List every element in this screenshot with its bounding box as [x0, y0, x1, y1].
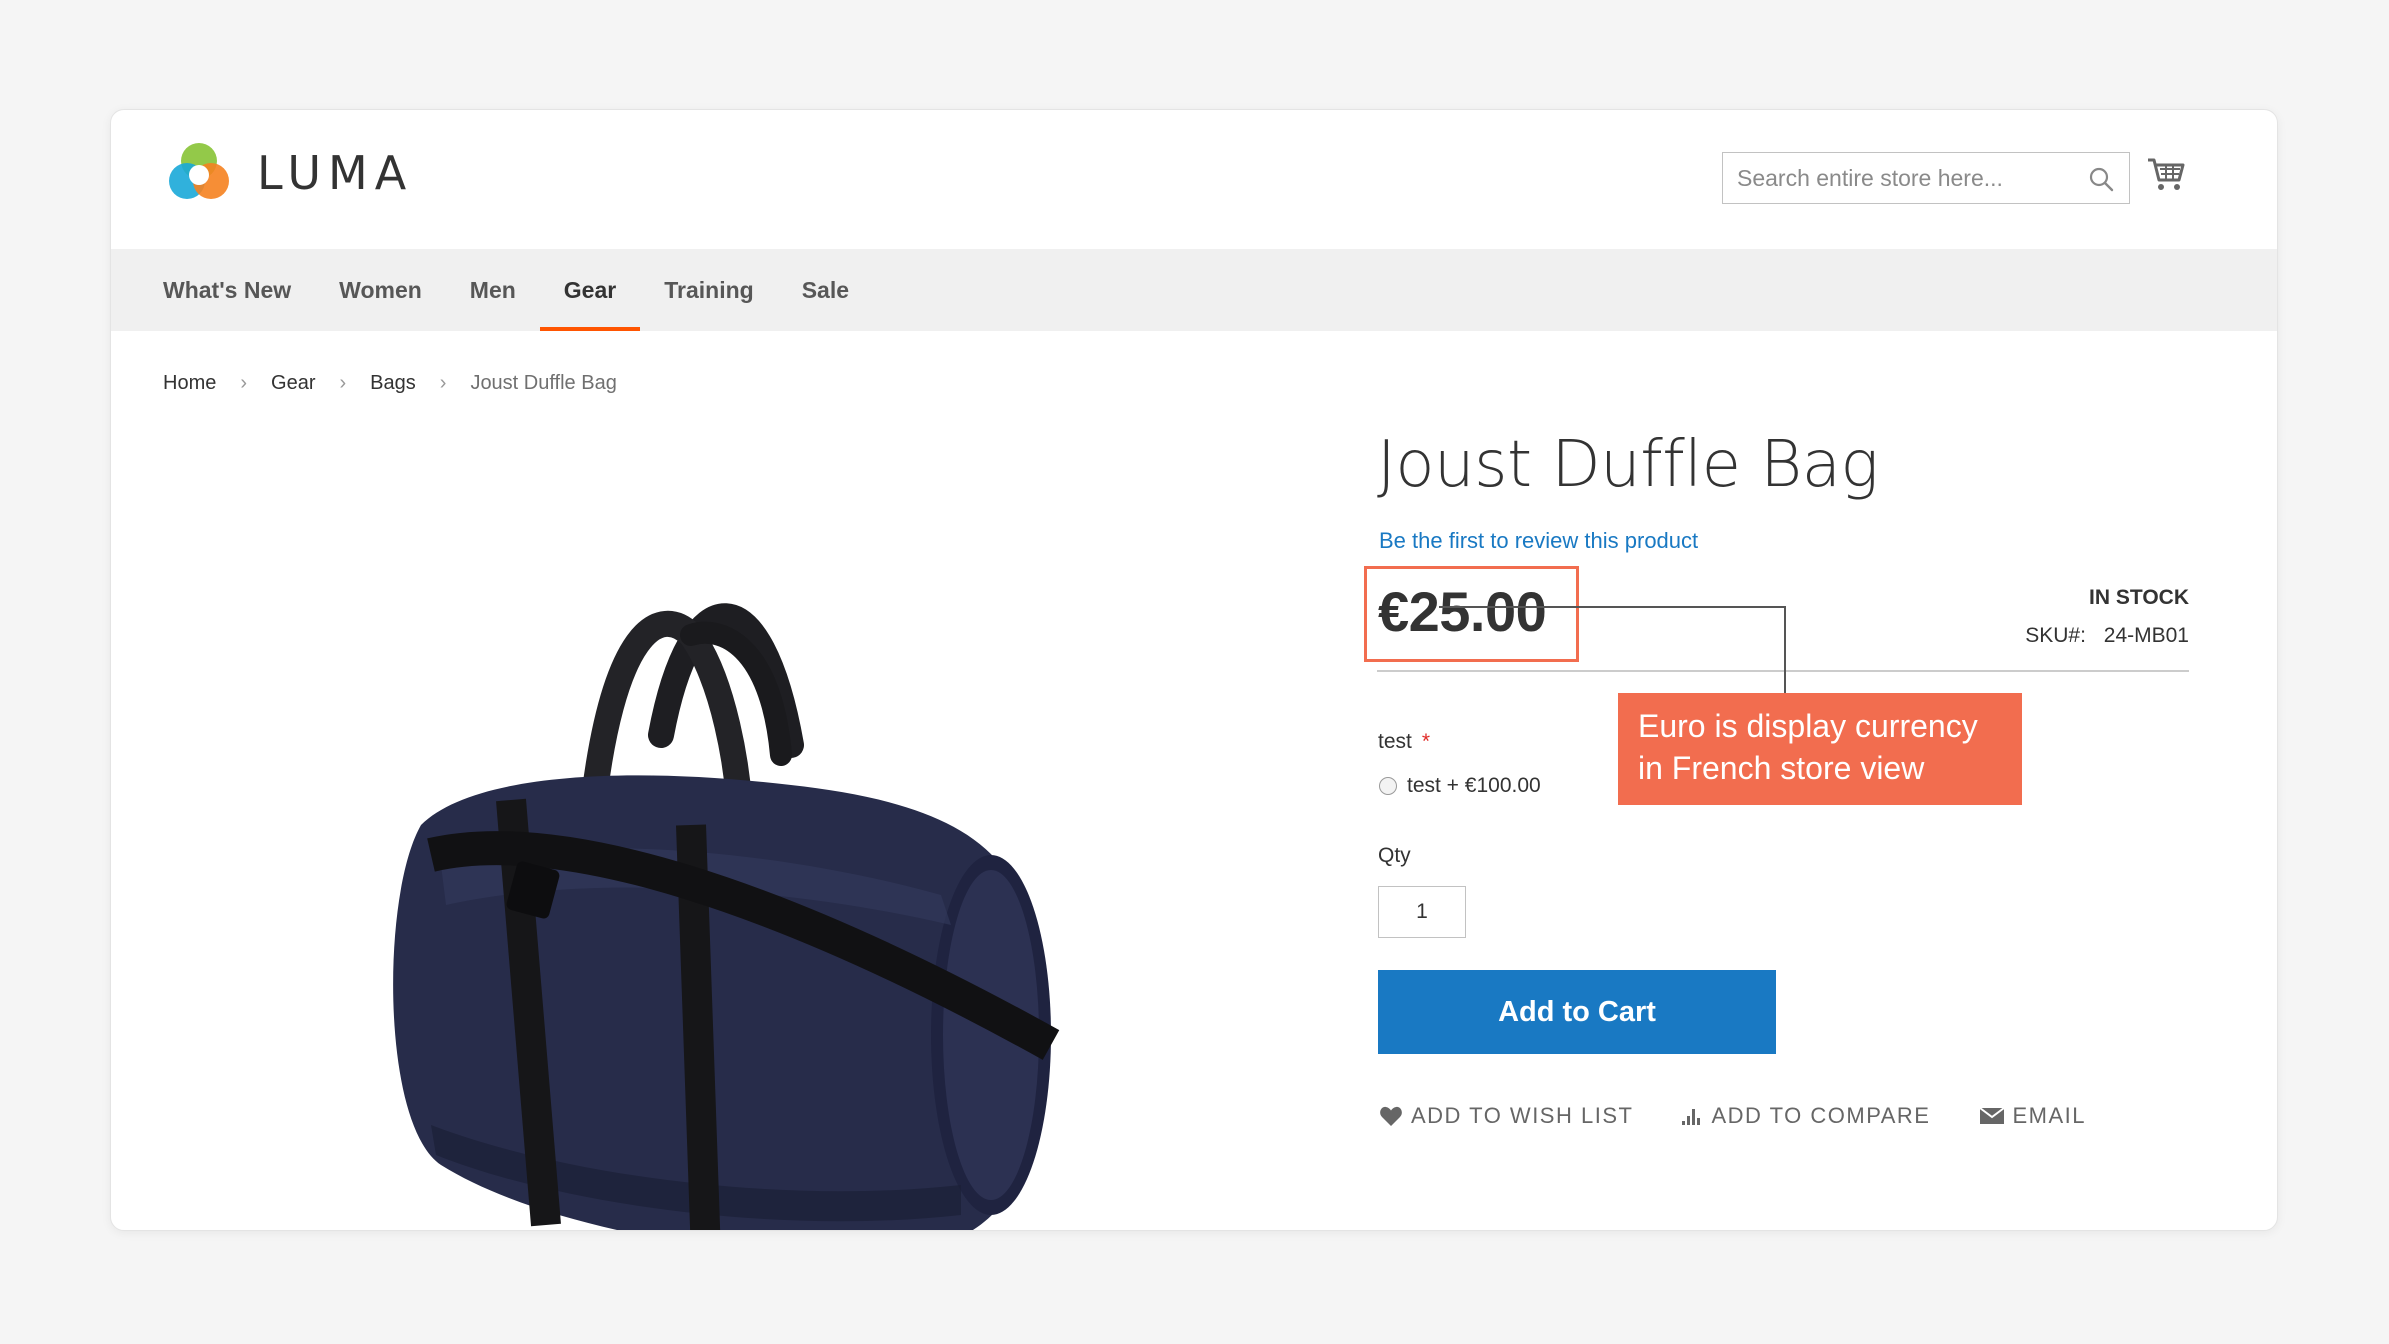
search-icon[interactable]	[2087, 165, 2115, 193]
required-marker: *	[1421, 730, 1431, 753]
compare-icon	[1682, 1109, 1701, 1125]
email-link[interactable]: EMAIL	[1978, 1103, 2087, 1129]
product-image[interactable]	[361, 565, 1101, 1231]
product-actions: ADD TO WISH LIST ADD TO COMPARE EMAIL	[1379, 1103, 2134, 1129]
wishlist-label: ADD TO WISH LIST	[1411, 1103, 1634, 1128]
review-link[interactable]: Be the first to review this product	[1379, 528, 1698, 554]
nav-item-men[interactable]: Men	[446, 249, 540, 331]
nav-item-women[interactable]: Women	[315, 249, 446, 331]
nav-item-gear[interactable]: Gear	[539, 249, 641, 331]
luma-logo-icon	[169, 143, 229, 199]
chevron-right-icon: ›	[240, 372, 248, 394]
breadcrumb-bags[interactable]: Bags	[370, 372, 416, 395]
compare-label: ADD TO COMPARE	[1711, 1103, 1931, 1128]
breadcrumb-current: Joust Duffle Bag	[470, 372, 617, 394]
add-to-cart-button[interactable]: Add to Cart	[1378, 970, 1776, 1054]
product-price: €25.00	[1378, 580, 1547, 643]
sku-label: SKU#:	[2025, 624, 2086, 647]
chevron-right-icon: ›	[339, 372, 347, 394]
breadcrumb-gear[interactable]: Gear	[271, 372, 315, 395]
option-label-text: test	[1378, 730, 1412, 753]
option-radio-label[interactable]: test + €100.00	[1407, 774, 1541, 798]
cart-icon[interactable]	[2146, 154, 2186, 192]
qty-input[interactable]	[1378, 886, 1466, 938]
brand-name: LUMA	[257, 146, 414, 200]
option-label: test *	[1378, 730, 1430, 754]
main-nav: What's New Women Men Gear Training Sale	[111, 249, 2277, 331]
annotation-line-1: Euro is display currency	[1638, 708, 1978, 744]
sku-value: 24-MB01	[2103, 624, 2189, 647]
divider	[1377, 670, 2189, 672]
qty-label: Qty	[1378, 844, 1411, 867]
search-box	[1722, 152, 2130, 204]
sku: SKU#: 24-MB01	[2025, 624, 2189, 648]
luma-logo[interactable]: LUMA	[163, 137, 413, 209]
breadcrumb: Home › Gear › Bags › Joust Duffle Bag	[163, 372, 617, 395]
nav-item-whats-new[interactable]: What's New	[163, 249, 315, 331]
annotation-line-2: in French store view	[1638, 750, 1925, 786]
add-to-wishlist-link[interactable]: ADD TO WISH LIST	[1379, 1103, 1633, 1129]
breadcrumb-home[interactable]: Home	[163, 372, 216, 395]
nav-item-sale[interactable]: Sale	[778, 249, 873, 331]
option-radio[interactable]	[1379, 777, 1397, 795]
page-card: LUMA What's New Women Men Gear Training …	[110, 109, 2278, 1231]
product-title: Joust Duffle Bag	[1377, 428, 1879, 502]
annotation-callout: Euro is display currency in French store…	[1618, 693, 2022, 805]
envelope-icon	[1978, 1107, 2005, 1124]
email-label: EMAIL	[2012, 1103, 2087, 1128]
search-input[interactable]	[1737, 164, 2077, 192]
chevron-right-icon: ›	[439, 372, 447, 394]
stock-status: IN STOCK	[2089, 586, 2189, 609]
heart-icon	[1380, 1106, 1402, 1126]
add-to-compare-link[interactable]: ADD TO COMPARE	[1681, 1103, 1930, 1129]
nav-item-training[interactable]: Training	[640, 249, 777, 331]
